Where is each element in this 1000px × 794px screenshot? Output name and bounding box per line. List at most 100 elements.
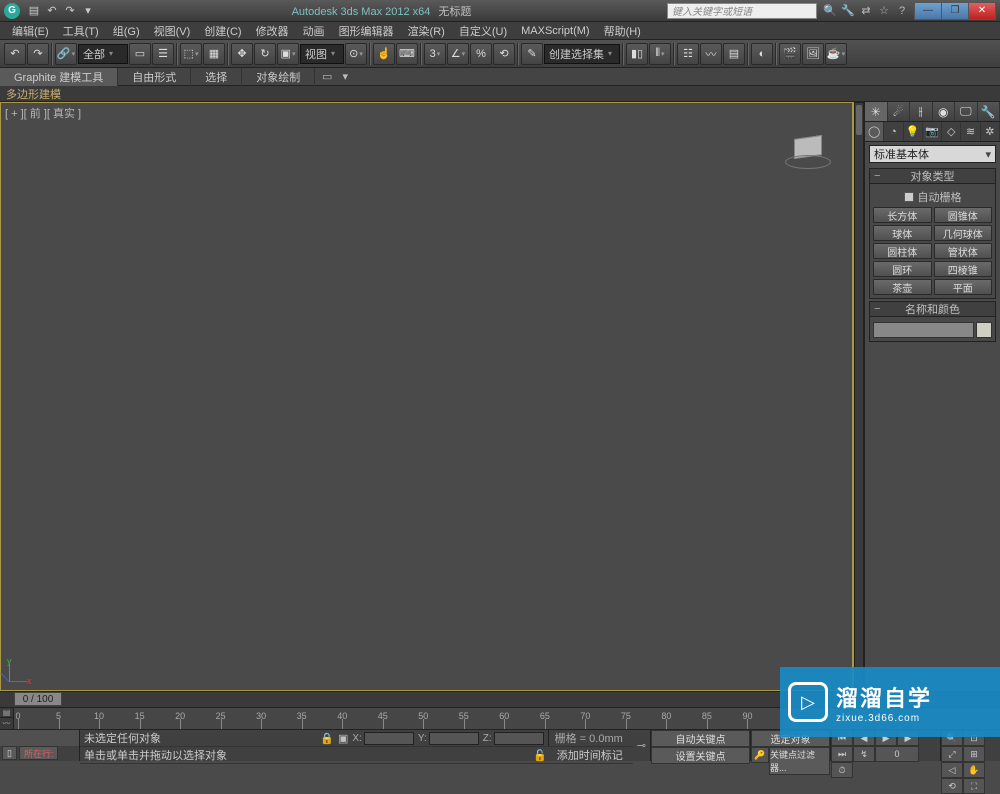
named-sel-dropdown[interactable]: 创建选择集 [544,44,620,64]
rotate-icon[interactable]: ↻ [254,43,276,65]
coord-y-input[interactable] [429,732,479,745]
qat-redo-icon[interactable]: ↷ [62,3,78,19]
undo-icon[interactable]: ↶ [4,43,26,65]
selection-filter-dropdown[interactable]: 全部 [78,44,128,64]
coord-x-input[interactable] [364,732,414,745]
key-mode-icon[interactable]: ⊸ [633,730,650,761]
maximize-viewport-icon[interactable]: ⛶ [963,778,985,794]
close-button[interactable]: ✕ [968,2,996,20]
link-icon[interactable]: 🔗 [55,43,77,65]
pivot-icon[interactable]: ⊙ [345,43,367,65]
menu-rendering[interactable]: 渲染(R) [402,23,451,39]
menu-animation[interactable]: 动画 [297,23,331,39]
hierarchy-tab-icon[interactable]: ⫲ [910,102,933,121]
lock-selection-icon[interactable]: 🔓 [533,749,547,762]
current-frame-input[interactable]: 0 [875,746,919,762]
select-object-icon[interactable]: ▭ [129,43,151,65]
menu-help[interactable]: 帮助(H) [598,23,647,39]
menu-tools[interactable]: 工具(T) [57,23,105,39]
systems-subtab-icon[interactable]: ✲ [981,122,1000,141]
zoom-extents-icon[interactable]: ⤢ [941,746,963,762]
prim-geosphere[interactable]: 几何球体 [934,225,993,241]
keyfilter-button[interactable]: 关键点过滤器... [769,747,830,775]
minimize-button[interactable]: — [914,2,942,20]
prim-cylinder[interactable]: 圆柱体 [873,243,932,259]
menu-create[interactable]: 创建(C) [198,23,247,39]
object-color-swatch[interactable] [976,322,992,338]
lock-icon[interactable]: 🔒 [320,732,334,745]
mirror-icon[interactable]: ▮▯ [626,43,648,65]
align-icon[interactable]: ⫴ [649,43,671,65]
menu-modifiers[interactable]: 修改器 [250,23,295,39]
viewport-scrollbar[interactable] [854,102,864,691]
schematic-view-icon[interactable]: ▤ [723,43,745,65]
key-mode-toggle-icon[interactable]: ↯ [853,746,875,762]
maximize-button[interactable]: ❐ [941,2,969,20]
cameras-subtab-icon[interactable]: 📷 [923,122,942,141]
time-slider[interactable]: 0 / 100 [14,692,62,706]
qat-open-icon[interactable]: ▤ [26,3,42,19]
autokey-button[interactable]: 自动关键点 [651,730,750,747]
menu-group[interactable]: 组(G) [107,23,146,39]
rollout-namecolor[interactable]: 名称和颜色 [869,301,996,317]
prim-tube[interactable]: 管状体 [934,243,993,259]
prim-sphere[interactable]: 球体 [873,225,932,241]
scale-icon[interactable]: ▣ [277,43,299,65]
exchange-icon[interactable]: ⇄ [859,4,873,18]
manipulate-icon[interactable]: ☝ [373,43,395,65]
menu-views[interactable]: 视图(V) [148,23,197,39]
search-go-icon[interactable]: 🔍 [823,4,837,18]
tab-selection[interactable]: 选择 [191,68,242,86]
add-time-tag[interactable]: 添加时间标记 [551,747,629,763]
motion-tab-icon[interactable]: ◉ [933,102,956,121]
render-setup-icon[interactable]: 🎬 [779,43,801,65]
ribbon-dropdown-icon[interactable]: ▾ [337,70,353,84]
render-icon[interactable]: ☕ [825,43,847,65]
select-region-icon[interactable]: ⬚ [180,43,202,65]
percent-snap-icon[interactable]: % [470,43,492,65]
layer-manager-icon[interactable]: ☷ [677,43,699,65]
qat-undo-icon[interactable]: ↶ [44,3,60,19]
coord-z-input[interactable] [494,732,544,745]
menu-maxscript[interactable]: MAXScript(M) [515,25,595,37]
category-dropdown[interactable]: 标准基本体 [869,145,996,163]
prim-plane[interactable]: 平面 [934,279,993,295]
goto-end-icon[interactable]: ⏭ [831,746,853,762]
curve-editor-icon[interactable]: 〰 [700,43,722,65]
spinner-snap-icon[interactable]: ⟲ [493,43,515,65]
modify-tab-icon[interactable]: ☄ [888,102,911,121]
help-icon[interactable]: ? [895,4,909,18]
window-crossing-icon[interactable]: ▦ [203,43,225,65]
angle-snap-icon[interactable]: ∠ [447,43,469,65]
help-search-input[interactable]: 键入关键字或短语 [667,3,817,19]
move-icon[interactable]: ✥ [231,43,253,65]
create-tab-icon[interactable]: ✳ [865,102,888,121]
key-icon[interactable]: 🔧 [841,4,855,18]
material-editor-icon[interactable]: ◐ [751,43,773,65]
menu-customize[interactable]: 自定义(U) [453,23,513,39]
tab-freeform[interactable]: 自由形式 [118,68,191,86]
redo-icon[interactable]: ↷ [27,43,49,65]
time-config-icon[interactable]: ⏱ [831,762,853,778]
pan-icon[interactable]: ✋ [963,762,985,778]
keyboard-shortcut-icon[interactable]: ⌨ [396,43,418,65]
ref-coord-dropdown[interactable]: 视图 [300,44,344,64]
rendered-frame-icon[interactable]: 🖼 [802,43,824,65]
viewcube[interactable] [788,133,828,173]
star-icon[interactable]: ☆ [877,4,891,18]
prim-pyramid[interactable]: 四棱锥 [934,261,993,277]
track-mini-icon[interactable]: ▤ [0,708,13,718]
object-name-input[interactable] [873,322,974,338]
track-curve-icon[interactable]: 〰 [0,718,13,730]
geometry-subtab-icon[interactable]: ◯ [865,122,884,141]
ribbon-panel-label[interactable]: 多边形建模 [0,86,1000,102]
display-tab-icon[interactable]: 🖵 [955,102,978,121]
autogrid-checkbox[interactable]: 自动栅格 [873,187,992,207]
setkey-button[interactable]: 设置关键点 [651,747,750,764]
tab-objpaint[interactable]: 对象绘制 [242,68,315,86]
orbit-icon[interactable]: ⟲ [941,778,963,794]
select-name-icon[interactable]: ☰ [152,43,174,65]
rollout-objtype[interactable]: 对象类型 [869,168,996,184]
menu-grapheditors[interactable]: 图形编辑器 [333,23,400,39]
fov-icon[interactable]: ◁ [941,762,963,778]
